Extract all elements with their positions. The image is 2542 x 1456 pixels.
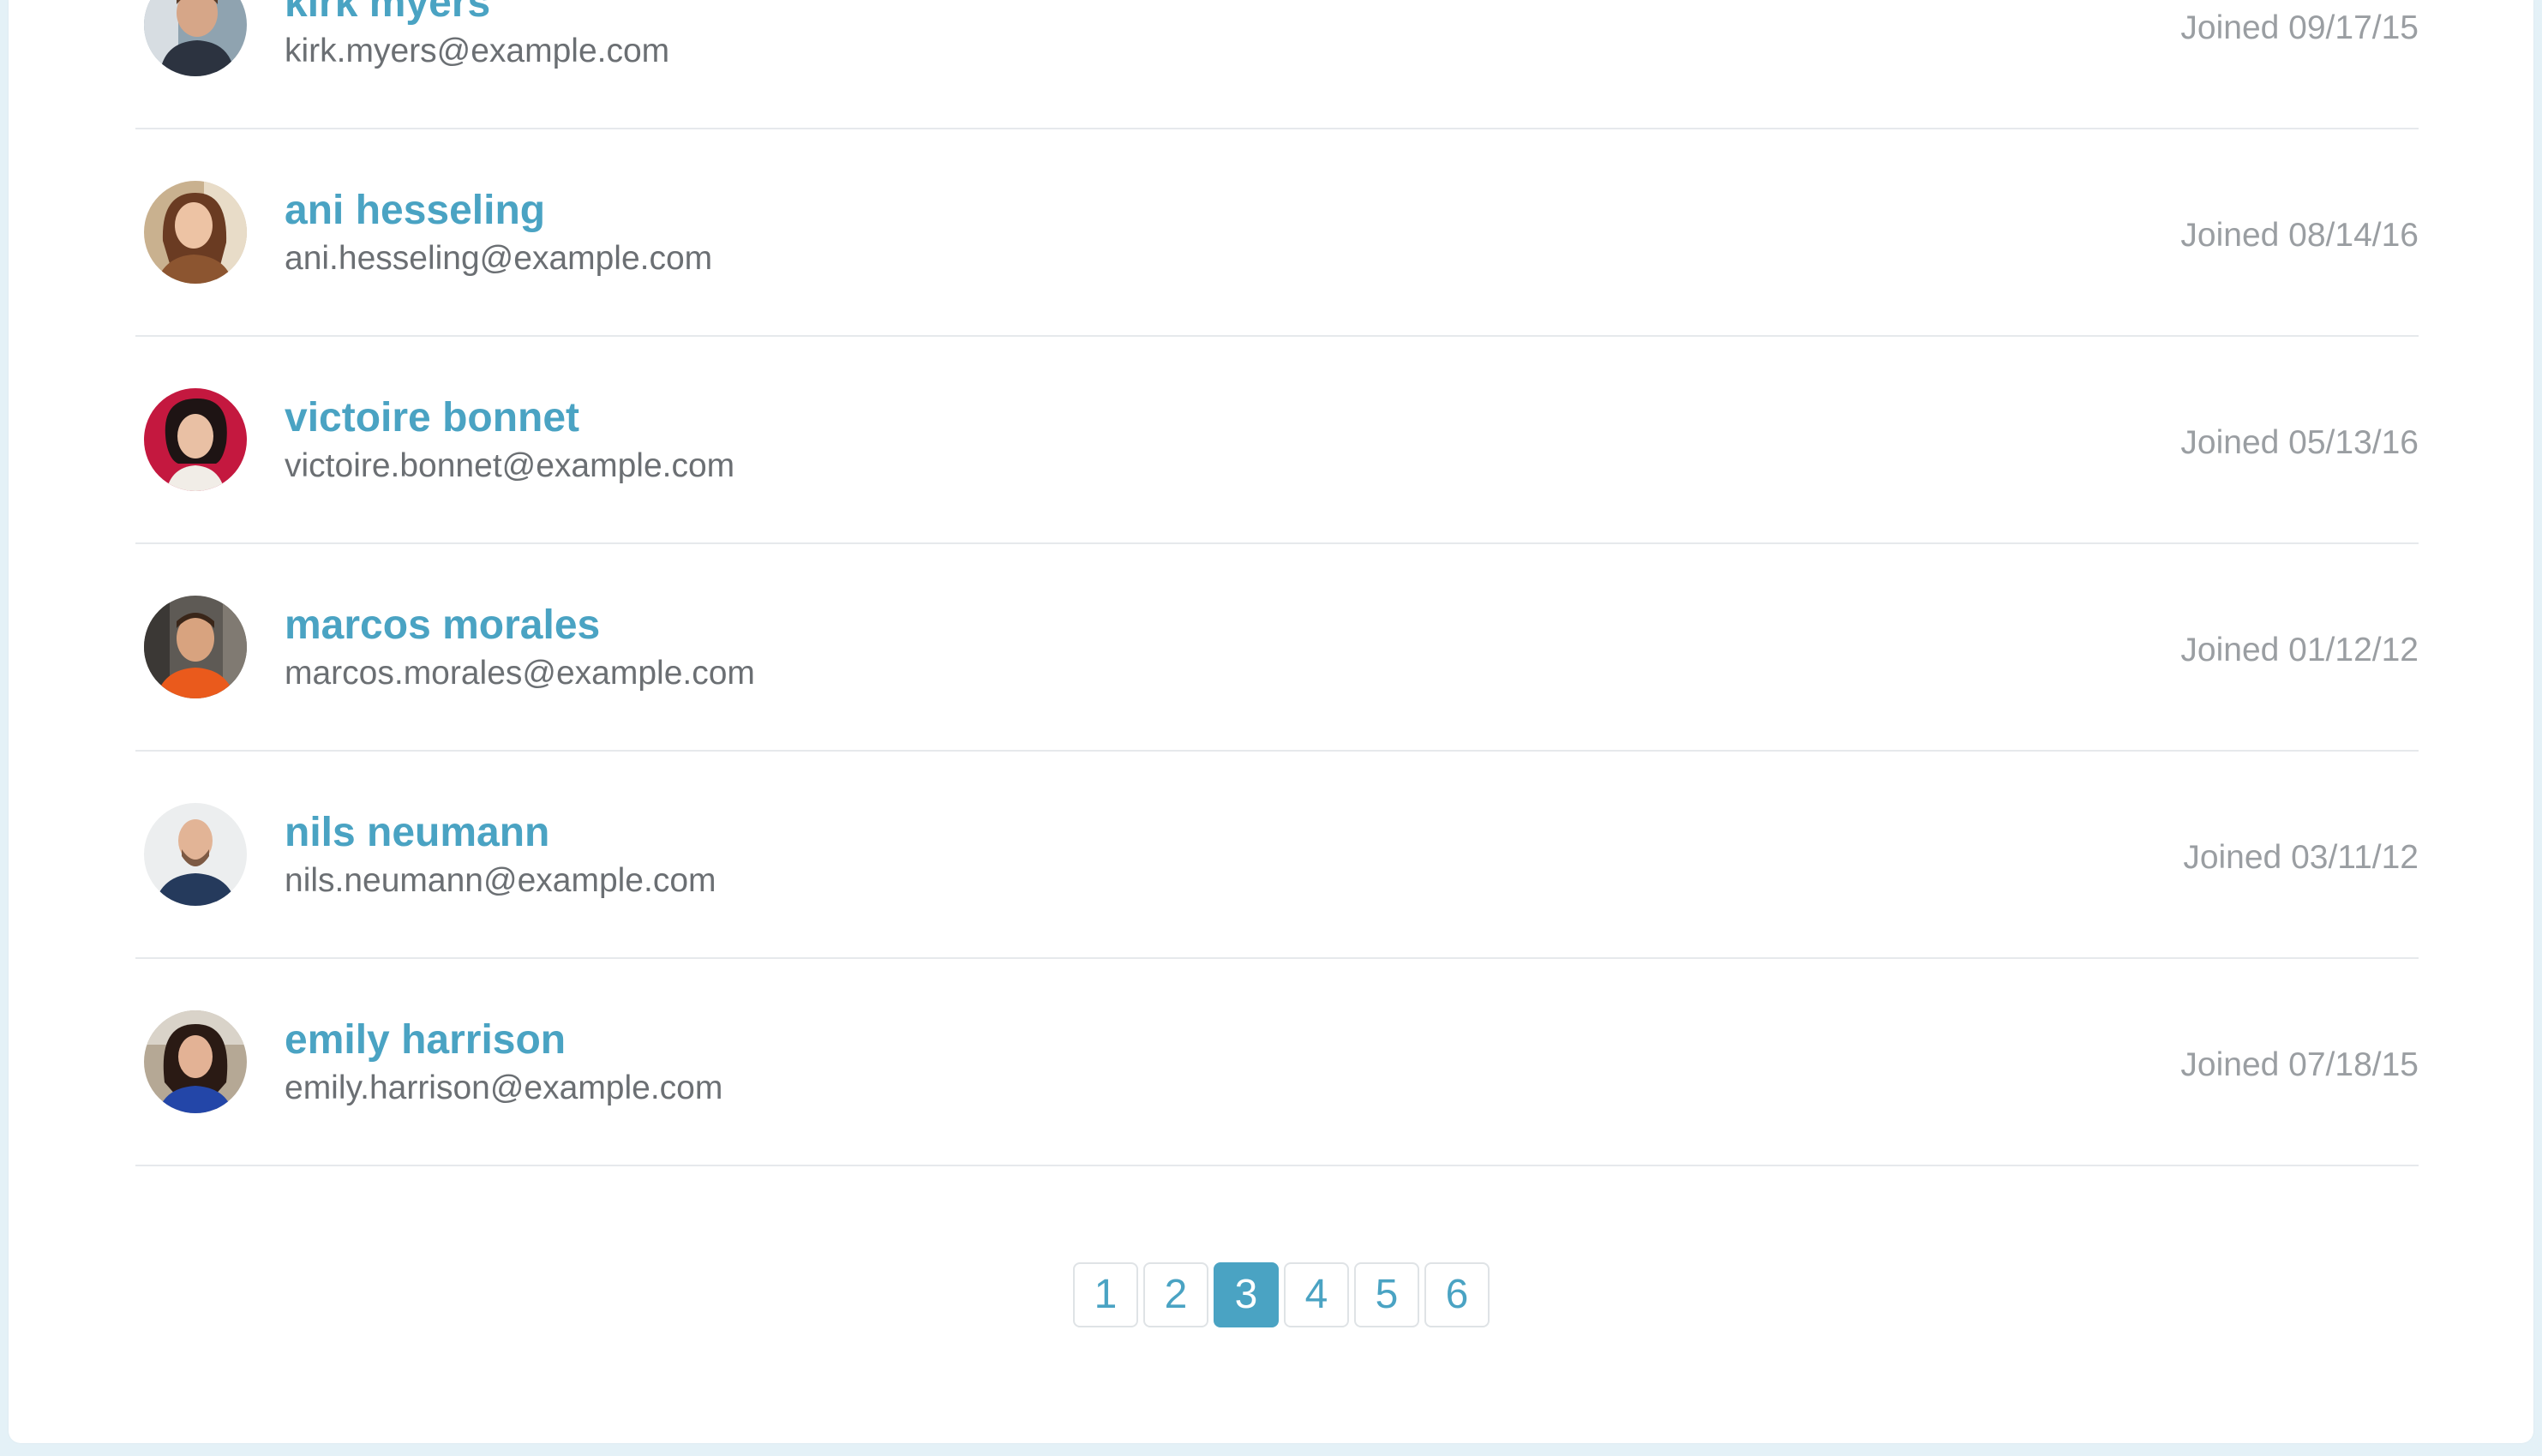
avatar-photo-icon: [144, 1010, 247, 1113]
avatar-photo-icon: [144, 596, 247, 698]
page-button-1[interactable]: 1: [1073, 1262, 1138, 1327]
avatar-photo-icon: [144, 0, 247, 76]
joined-date: Joined 03/11/12: [2183, 839, 2419, 876]
joined-date: Joined 01/12/12: [2180, 632, 2419, 668]
avatar[interactable]: [144, 181, 247, 284]
avatar[interactable]: [144, 803, 247, 906]
page-button-6[interactable]: 6: [1424, 1262, 1490, 1327]
user-name[interactable]: marcos morales: [285, 602, 600, 650]
avatar-photo-icon: [144, 388, 247, 491]
user-email: emily.harrison@example.com: [285, 1070, 723, 1106]
joined-date: Joined 08/14/16: [2180, 217, 2419, 254]
user-email: marcos.morales@example.com: [285, 655, 755, 692]
user-name[interactable]: victoire bonnet: [285, 394, 579, 442]
page-button-2[interactable]: 2: [1143, 1262, 1208, 1327]
user-email: kirk.myers@example.com: [285, 33, 670, 69]
avatar-photo-icon: [144, 181, 247, 284]
user-row[interactable]: emily harrison emily.harrison@example.co…: [135, 959, 2419, 1166]
avatar[interactable]: [144, 388, 247, 491]
pagination: 1 2 3 4 5 6: [1073, 1262, 1490, 1327]
user-name[interactable]: kirk myers: [285, 0, 490, 27]
page-button-3-current[interactable]: 3: [1214, 1262, 1279, 1327]
user-list: kirk myers kirk.myers@example.com Joined…: [135, 0, 2419, 1166]
user-row[interactable]: marcos morales marcos.morales@example.co…: [135, 544, 2419, 752]
avatar[interactable]: [144, 1010, 247, 1113]
avatar[interactable]: [144, 0, 247, 76]
user-name[interactable]: nils neumann: [285, 809, 549, 857]
user-row[interactable]: nils neumann nils.neumann@example.com Jo…: [135, 752, 2419, 959]
user-row[interactable]: victoire bonnet victoire.bonnet@example.…: [135, 337, 2419, 544]
joined-date: Joined 05/13/16: [2180, 424, 2419, 461]
page-button-4[interactable]: 4: [1284, 1262, 1349, 1327]
avatar[interactable]: [144, 596, 247, 698]
user-email: nils.neumann@example.com: [285, 862, 716, 899]
user-row[interactable]: ani hesseling ani.hesseling@example.com …: [135, 129, 2419, 337]
user-row[interactable]: kirk myers kirk.myers@example.com Joined…: [135, 0, 2419, 129]
joined-date: Joined 09/17/15: [2180, 9, 2419, 46]
user-list-card: kirk myers kirk.myers@example.com Joined…: [9, 0, 2533, 1443]
joined-date: Joined 07/18/15: [2180, 1046, 2419, 1083]
page-button-5[interactable]: 5: [1354, 1262, 1419, 1327]
user-name[interactable]: ani hesseling: [285, 187, 545, 235]
avatar-photo-icon: [144, 803, 247, 906]
user-name[interactable]: emily harrison: [285, 1016, 566, 1064]
user-email: victoire.bonnet@example.com: [285, 447, 735, 484]
user-email: ani.hesseling@example.com: [285, 240, 713, 277]
